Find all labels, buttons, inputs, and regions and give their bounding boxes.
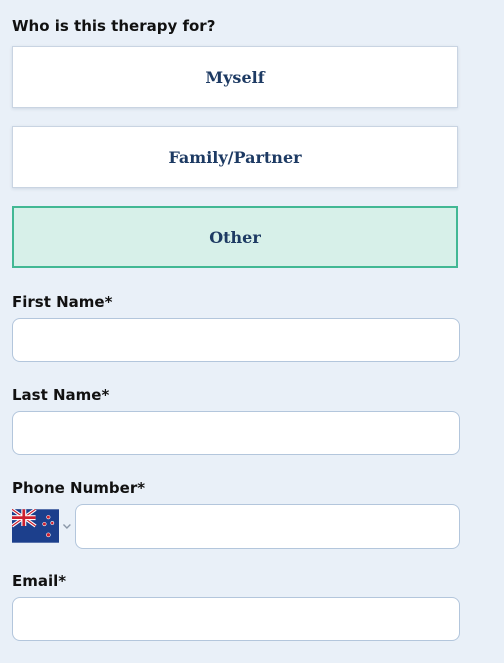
phone-number-label: Phone Number*: [12, 479, 146, 497]
option-family-partner[interactable]: Family/Partner: [12, 126, 458, 188]
option-label: Family/Partner: [168, 147, 302, 167]
last-name-input[interactable]: [12, 411, 460, 455]
country-code-select[interactable]: [12, 509, 72, 543]
option-label: Other: [209, 227, 261, 247]
option-other[interactable]: Other: [12, 206, 458, 268]
first-name-input[interactable]: [12, 318, 460, 362]
email-label: Email*: [12, 572, 67, 590]
email-input[interactable]: [12, 597, 460, 641]
new-zealand-flag-icon: [12, 509, 60, 543]
chevron-down-icon: [63, 524, 72, 529]
last-name-label: Last Name*: [12, 386, 110, 404]
first-name-label: First Name*: [12, 293, 113, 311]
phone-number-input[interactable]: [75, 504, 460, 549]
option-label: Myself: [205, 67, 265, 87]
option-myself[interactable]: Myself: [12, 46, 458, 108]
therapy-for-question: Who is this therapy for?: [12, 17, 216, 35]
